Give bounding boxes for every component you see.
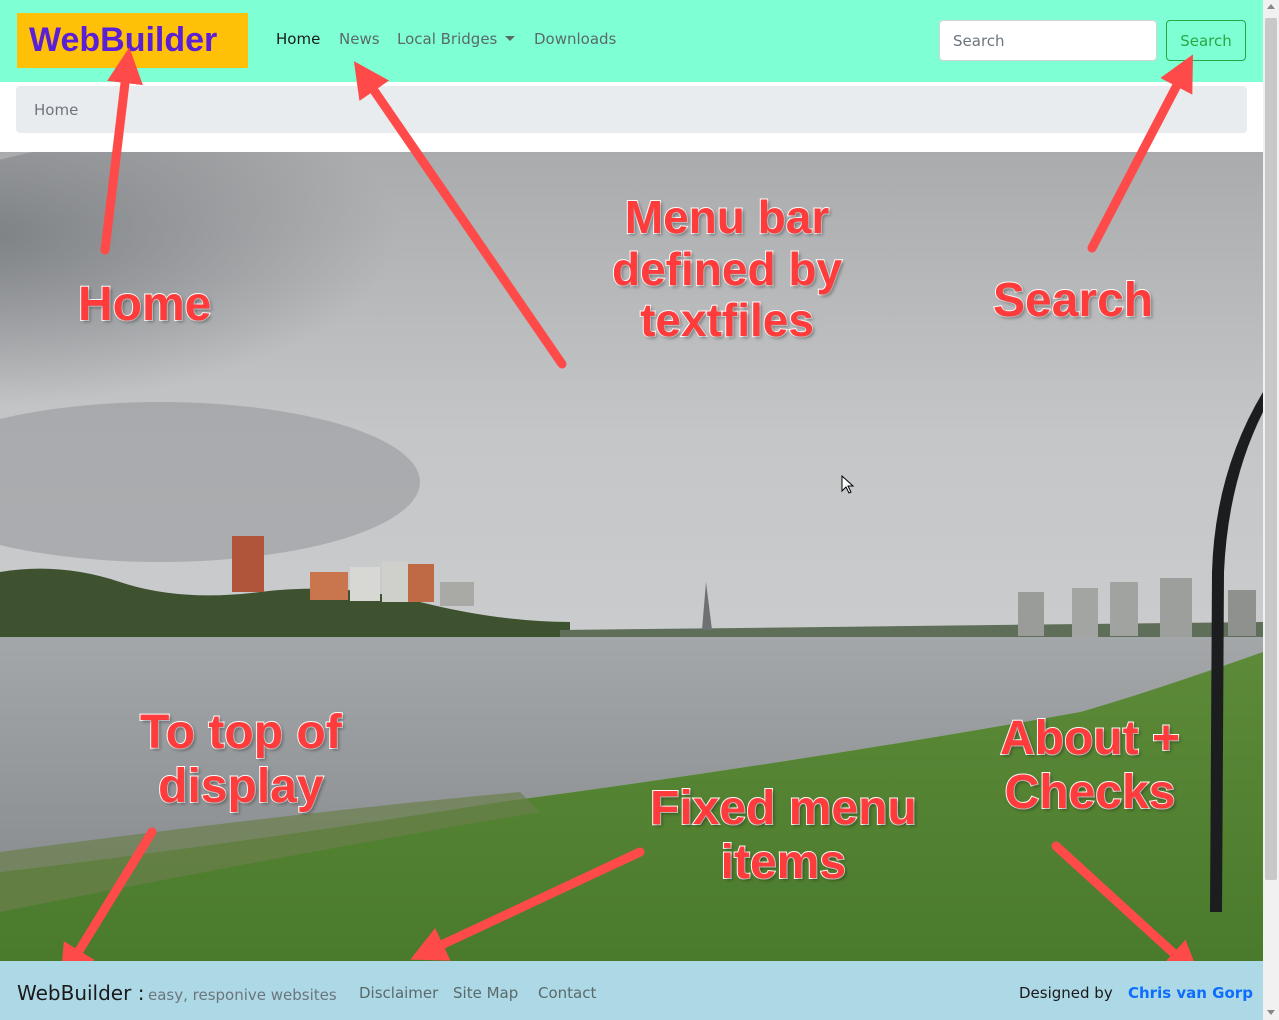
annotation-fixed-menu: Fixed menu items: [649, 781, 918, 890]
chevron-down-icon: [505, 35, 516, 41]
breadcrumb: Home: [16, 86, 1247, 133]
search-input[interactable]: [939, 20, 1157, 61]
annotation-menu-bar-line2: defined by: [611, 242, 843, 295]
breadcrumb-item-home[interactable]: Home: [34, 101, 78, 119]
mouse-cursor-icon: [841, 475, 855, 494]
nav-home-link[interactable]: Home: [276, 30, 320, 48]
footer-site-map-link[interactable]: Site Map: [453, 984, 518, 1002]
annotation-menu-bar: Menu bar defined by textfiles: [611, 190, 843, 347]
footer-contact-link[interactable]: Contact: [538, 984, 596, 1002]
annotation-menu-bar-line1: Menu bar: [624, 190, 830, 243]
footer-brand-separator: :: [137, 981, 145, 1005]
footer: WebBuilder : easy, responive websites Di…: [0, 961, 1263, 1020]
annotation-fixed-menu-line1: Fixed menu: [649, 781, 918, 836]
annotation-to-top-line2: display: [157, 759, 324, 814]
annotation-about: About + Checks: [999, 711, 1181, 820]
brand-logo-home-link[interactable]: WebBuilder: [17, 13, 248, 68]
nav-downloads-link[interactable]: Downloads: [534, 30, 616, 48]
annotation-menu-bar-line3: textfiles: [639, 294, 815, 347]
annotation-home: Home: [77, 277, 212, 332]
annotation-search: Search: [992, 273, 1154, 328]
footer-disclaimer-link[interactable]: Disclaimer: [359, 984, 438, 1002]
footer-author-link[interactable]: Chris van Gorp: [1128, 984, 1253, 1002]
footer-brand-label: WebBuilder: [17, 981, 132, 1005]
footer-designed-by-label: Designed by: [1019, 984, 1113, 1002]
footer-tagline: easy, responive websites: [148, 986, 337, 1004]
annotation-to-top-line1: To top of: [139, 705, 343, 760]
scroll-up-arrow-icon[interactable]: [1267, 4, 1275, 9]
navbar: WebBuilder Home News Local Bridges Downl…: [0, 0, 1263, 82]
scrollbar-thumb[interactable]: [1265, 18, 1277, 880]
nav-local-bridges-label: Local Bridges: [397, 30, 498, 48]
nav-local-bridges-dropdown[interactable]: Local Bridges: [397, 30, 516, 48]
annotation-fixed-menu-line2: items: [720, 835, 847, 890]
annotation-about-line1: About +: [999, 711, 1181, 766]
search-button[interactable]: Search: [1166, 20, 1246, 61]
annotation-about-line2: Checks: [1004, 765, 1177, 820]
scroll-down-arrow-icon[interactable]: [1267, 1010, 1275, 1015]
annotation-to-top: To top of display: [139, 705, 343, 814]
vertical-scrollbar[interactable]: [1263, 0, 1279, 1020]
footer-brand-to-top-link[interactable]: WebBuilder :: [17, 981, 144, 1005]
nav-news-link[interactable]: News: [339, 30, 380, 48]
